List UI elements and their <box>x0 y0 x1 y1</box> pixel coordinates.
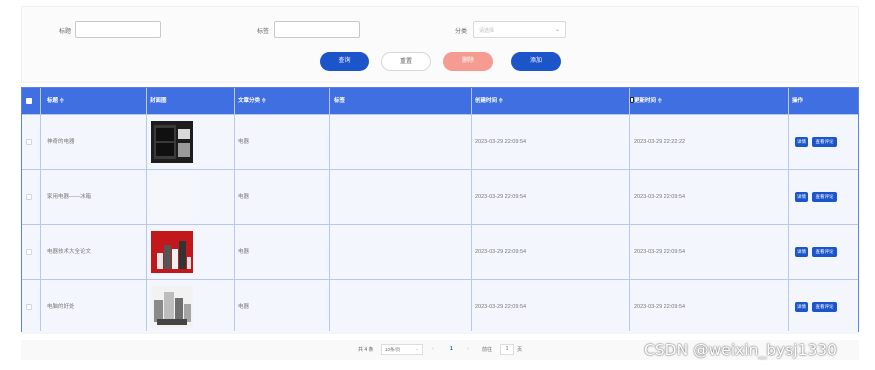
row-checkbox[interactable] <box>26 194 32 200</box>
next-page-button[interactable]: › <box>467 346 469 352</box>
cover-image <box>151 231 193 273</box>
reset-button[interactable]: 重置 <box>381 52 431 71</box>
row-created: 2023-03-29 22:09:54 <box>475 139 527 145</box>
row-title: 电器技术大全论文 <box>47 249 92 255</box>
goto-suffix: 页 <box>517 347 523 353</box>
header-cover: 封面图 <box>150 98 167 104</box>
delete-button[interactable]: 删除 <box>443 52 493 71</box>
table-header: 标题 ≑ 封面图 文章分类 ≑ 标签 创建时间 ≑ 更新时间 ≑ 操作 <box>22 88 858 114</box>
header-created[interactable]: 创建时间 ≑ <box>475 88 503 114</box>
row-created: 2023-03-29 22:09:54 <box>475 304 527 310</box>
row-checkbox[interactable] <box>26 304 32 310</box>
page: 标题 标签 分类 请选择 ⌄ 查询 重置 删除 添加 标题 ≑ 封面图 文章分类… <box>0 0 875 370</box>
header-title[interactable]: 标题 ≑ <box>47 88 64 114</box>
select-all-checkbox[interactable] <box>26 98 32 104</box>
column-divider <box>40 88 41 331</box>
row-title: 电脑的好处 <box>47 304 75 310</box>
category-select-placeholder: 请选择 <box>479 28 495 34</box>
page-size-select[interactable]: 10条/页 ⌄ <box>381 344 423 355</box>
chevron-down-icon: ⌄ <box>554 27 560 33</box>
header-tags: 标签 <box>334 98 346 104</box>
row-updated: 2023-03-29 22:09:54 <box>634 304 686 310</box>
title-filter-label: 标题 <box>59 29 72 35</box>
row-created: 2023-03-29 22:09:54 <box>475 249 527 255</box>
tag-filter-label: 标签 <box>257 29 270 35</box>
view-comments-button[interactable]: 查看评论 <box>812 137 837 147</box>
goto-label: 前往 <box>482 347 493 353</box>
table-row: 电脑的好处 电器 2023-03-29 22:09:54 2023-03-29 … <box>22 279 858 334</box>
page-number-current[interactable]: 1 <box>450 346 453 352</box>
prev-page-button[interactable]: ‹ <box>432 346 434 352</box>
cover-image <box>151 286 193 328</box>
search-button[interactable]: 查询 <box>320 52 369 71</box>
watermark: CSDN @weixin_bysj1330 <box>644 341 838 359</box>
page-size-value: 10条/页 <box>385 347 401 352</box>
row-updated: 2023-03-29 22:22:22 <box>634 139 686 145</box>
filter-panel: 标题 标签 分类 请选择 ⌄ 查询 重置 删除 添加 <box>21 6 859 83</box>
row-title: 家用电器——冰箱 <box>47 194 92 200</box>
row-updated: 2023-03-29 22:09:54 <box>634 194 686 200</box>
detail-button[interactable]: 详情 <box>795 192 808 202</box>
row-category: 电器 <box>238 249 250 255</box>
view-comments-button[interactable]: 查看评论 <box>812 247 837 257</box>
detail-button[interactable]: 详情 <box>795 247 808 257</box>
row-checkbox[interactable] <box>26 139 32 145</box>
header-category[interactable]: 文章分类 ≑ <box>238 88 266 114</box>
column-divider <box>329 88 330 331</box>
row-category: 电器 <box>238 194 250 200</box>
table-row: 家用电器——冰箱 电器 2023-03-29 22:09:54 2023-03-… <box>22 169 858 224</box>
column-divider <box>629 88 630 331</box>
column-divider <box>234 88 235 331</box>
column-divider <box>788 88 789 331</box>
mouse-cursor-icon <box>630 97 634 103</box>
header-updated[interactable]: 更新时间 ≑ <box>634 88 662 114</box>
column-divider <box>471 88 472 331</box>
row-title: 神奇的电器 <box>47 139 75 145</box>
column-divider <box>146 88 147 331</box>
row-created: 2023-03-29 22:09:54 <box>475 194 527 200</box>
view-comments-button[interactable]: 查看评论 <box>812 302 837 312</box>
row-category: 电器 <box>238 139 250 145</box>
data-table: 标题 ≑ 封面图 文章分类 ≑ 标签 创建时间 ≑ 更新时间 ≑ 操作 神奇的电… <box>21 87 859 334</box>
row-updated: 2023-03-29 22:09:54 <box>634 249 686 255</box>
cover-image <box>151 121 193 163</box>
tag-filter-input[interactable] <box>274 21 360 38</box>
view-comments-button[interactable]: 查看评论 <box>812 192 837 202</box>
detail-button[interactable]: 详情 <box>795 137 808 147</box>
table-row: 电器技术大全论文 电器 2023-03-29 22:09:54 2023-03-… <box>22 224 858 279</box>
title-filter-input[interactable] <box>75 21 161 38</box>
category-select[interactable]: 请选择 ⌄ <box>473 21 566 38</box>
goto-page-input[interactable]: 1 <box>500 344 514 355</box>
cover-image <box>151 176 193 218</box>
pagination-total: 共 4 条 <box>358 347 374 353</box>
table-row: 神奇的电器 电器 2023-03-29 22:09:54 2023-03-29 … <box>22 114 858 169</box>
row-category: 电器 <box>238 304 250 310</box>
chevron-down-icon: ⌄ <box>415 346 419 351</box>
row-checkbox[interactable] <box>26 249 32 255</box>
header-actions: 操作 <box>792 98 804 104</box>
category-filter-label: 分类 <box>455 29 468 35</box>
detail-button[interactable]: 详情 <box>795 302 808 312</box>
add-button[interactable]: 添加 <box>511 52 561 71</box>
